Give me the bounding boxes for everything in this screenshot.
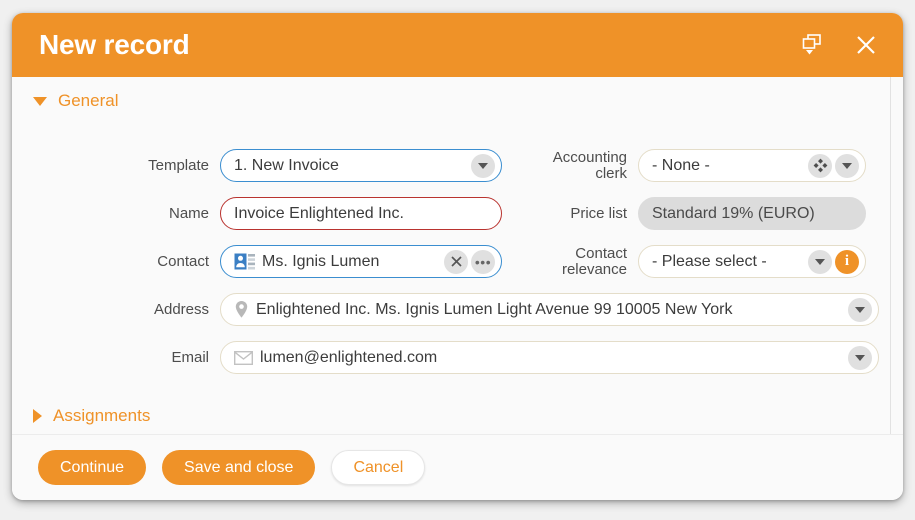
template-select[interactable]: 1. New Invoice xyxy=(220,149,502,182)
four-diamonds-icon[interactable] xyxy=(808,153,832,178)
continue-button[interactable]: Continue xyxy=(38,450,147,485)
caret-right-icon xyxy=(33,409,42,423)
close-icon[interactable] xyxy=(851,30,881,60)
label-accounting-clerk-line1: Accounting xyxy=(552,148,627,166)
clear-x-icon[interactable] xyxy=(444,249,468,274)
save-and-close-button[interactable]: Save and close xyxy=(162,450,316,485)
form-row-contact-relevance: Contact relevance - Please select - i xyxy=(512,245,866,278)
contact-card-icon xyxy=(234,253,255,270)
accounting-clerk-value: - None - xyxy=(652,156,710,174)
cancel-button[interactable]: Cancel xyxy=(331,450,426,485)
address-value: Enlightened Inc. Ms. Ignis Lumen Light A… xyxy=(256,300,733,318)
contact-value: Ms. Ignis Lumen xyxy=(262,252,380,270)
caret-down-icon[interactable] xyxy=(835,153,859,178)
label-contact-relevance: Contact relevance xyxy=(512,244,638,278)
contact-relevance-value: - Please select - xyxy=(652,252,767,270)
caret-down-icon[interactable] xyxy=(848,345,872,370)
section-title-assignments: Assignments xyxy=(53,406,151,425)
form-row-contact: Contact Ms. Ignis Lumen ••• xyxy=(12,245,502,278)
contact-relevance-select[interactable]: - Please select - i xyxy=(638,245,866,278)
label-contact-relevance-line2: relevance xyxy=(561,260,627,278)
map-pin-icon xyxy=(234,300,249,319)
template-value: 1. New Invoice xyxy=(234,156,339,174)
titlebar-actions xyxy=(797,30,881,60)
caret-down-icon[interactable] xyxy=(471,153,495,178)
name-input[interactable]: Invoice Enlightened Inc. xyxy=(220,197,502,230)
label-contact: Contact xyxy=(157,252,209,270)
dialog-titlebar: New record xyxy=(12,13,903,77)
dialog-title: New record xyxy=(39,29,190,60)
form-row-address: Address Enlightened Inc. Ms. Ignis Lumen… xyxy=(12,293,879,326)
email-value: lumen@enlightened.com xyxy=(260,348,438,366)
label-address: Address xyxy=(153,300,209,318)
ellipsis-icon[interactable]: ••• xyxy=(471,249,495,274)
new-record-dialog: New record General Template 1. New Invoi… xyxy=(12,13,903,500)
section-header-general[interactable]: General xyxy=(12,77,903,117)
scroll-divider xyxy=(890,77,891,434)
label-name: Name xyxy=(168,204,209,222)
info-icon[interactable]: i xyxy=(835,249,859,274)
form-row-accounting-clerk: Accounting clerk - None - xyxy=(512,149,866,182)
label-email: Email xyxy=(171,348,209,366)
label-price-list: Price list xyxy=(570,204,627,222)
accounting-clerk-select[interactable]: - None - xyxy=(638,149,866,182)
caret-down-icon[interactable] xyxy=(848,297,872,322)
caret-down-icon xyxy=(33,96,47,106)
label-contact-relevance-line1: Contact xyxy=(575,244,627,262)
price-list-value: Standard 19% (EURO) xyxy=(652,204,815,222)
form-row-price-list: Price list Standard 19% (EURO) xyxy=(512,197,866,230)
label-template: Template xyxy=(148,156,209,174)
email-select[interactable]: lumen@enlightened.com xyxy=(220,341,879,374)
address-select[interactable]: Enlightened Inc. Ms. Ignis Lumen Light A… xyxy=(220,293,879,326)
price-list-value-field: Standard 19% (EURO) xyxy=(638,197,866,230)
section-title-general: General xyxy=(58,91,119,110)
dialog-footer: Continue Save and close Cancel xyxy=(12,434,903,500)
label-accounting-clerk-line2: clerk xyxy=(595,164,627,182)
section-header-assignments[interactable]: Assignments xyxy=(12,398,150,434)
form-row-name: Name Invoice Enlightened Inc. xyxy=(12,197,502,230)
window-restore-dropdown-icon[interactable] xyxy=(797,30,827,60)
caret-down-icon[interactable] xyxy=(808,249,832,274)
contact-input[interactable]: Ms. Ignis Lumen ••• xyxy=(220,245,502,278)
general-form: Template 1. New Invoice Name Invoice Enl… xyxy=(12,117,903,374)
envelope-icon xyxy=(234,350,253,365)
name-value: Invoice Enlightened Inc. xyxy=(234,204,404,222)
dialog-body: General Template 1. New Invoice Name Inv… xyxy=(12,77,903,434)
label-accounting-clerk: Accounting clerk xyxy=(512,148,638,182)
form-row-email: Email lumen@enlightened.com xyxy=(12,341,879,374)
form-row-template: Template 1. New Invoice xyxy=(12,149,502,182)
